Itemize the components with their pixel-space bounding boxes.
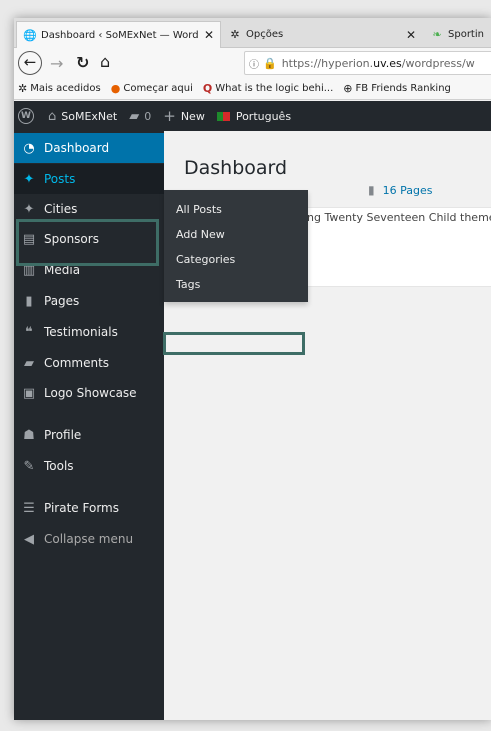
arrow-right-icon: → (50, 54, 64, 73)
bookmark-logic[interactable]: Q What is the logic behi... (203, 82, 333, 95)
home-button[interactable]: ⌂ (100, 52, 110, 71)
language-label: Português (235, 109, 292, 123)
sidebar-item-label: Profile (44, 428, 82, 442)
info-icon[interactable]: ⓘ (249, 56, 259, 71)
wordpress-logo-icon[interactable]: W (18, 108, 34, 124)
comment-icon: ▰ (24, 355, 34, 371)
tab-label: Opções (246, 29, 284, 40)
dashboard-icon: ◔ (23, 140, 35, 156)
highlight-box-empty (163, 332, 305, 355)
tab-sporting[interactable]: ❧ Sportin (424, 21, 491, 48)
pin-icon: ✦ (23, 171, 35, 187)
sidebar-item-label: Dashboard (44, 141, 110, 155)
sidebar-item-posts[interactable]: ✦ Posts (14, 164, 164, 194)
url-bar[interactable]: ⓘ 🔒 https://hyperion. uv.es/wordpress/w (244, 51, 491, 75)
gear-icon: ✲ (18, 82, 28, 95)
plus-icon: + (163, 107, 176, 125)
comments-count: 0 (144, 109, 152, 123)
home-icon: ⌂ (48, 108, 57, 124)
globe-icon: 🌐 (23, 28, 37, 42)
sidebar-item-label: Comments (44, 356, 110, 370)
sidebar-item-tools[interactable]: ✎ Tools (14, 451, 164, 481)
reload-icon: ↻ (76, 53, 90, 72)
bookmark-mais-acedidos[interactable]: ✲ Mais acedidos (18, 82, 101, 95)
navigation-bar: ← → ↻ ⌂ ⓘ 🔒 https://hyperion. uv.es/wordp… (14, 48, 491, 78)
browser-window: 🌐 Dashboard ‹ SoMExNet — Word ✕ ✲ Opções… (14, 18, 491, 720)
sidebar-item-dashboard[interactable]: ◔ Dashboard (14, 133, 164, 163)
theme-info-text: ing Twenty Seventeen Child theme. (304, 211, 491, 224)
collapse-menu-button[interactable]: ◀ Collapse menu (14, 524, 164, 554)
leaf-icon: ❧ (432, 28, 442, 41)
sidebar-item-logo-showcase[interactable]: ▣ Logo Showcase (14, 378, 164, 408)
submenu-item-all-posts[interactable]: All Posts (176, 203, 222, 216)
url-prefix: https://hyperion. (281, 56, 374, 70)
tab-label: Sportin (448, 29, 484, 40)
wp-admin-bar: W ⌂ SoMExNet ▰ 0 + New Português (14, 101, 491, 131)
quote-icon: ❝ (25, 324, 33, 340)
sidebar-item-label: Collapse menu (44, 532, 134, 546)
sidebar-item-pages[interactable]: ▮ Pages (14, 286, 164, 316)
sidebar-item-comments[interactable]: ▰ Comments (14, 348, 164, 378)
pages-count-label: 16 Pages (382, 183, 433, 197)
new-label: New (180, 109, 205, 123)
site-name-link[interactable]: ⌂ SoMExNet (48, 109, 117, 124)
lock-icon[interactable]: 🔒 (263, 57, 277, 70)
bookmark-comecar-aqui[interactable]: ● Começar aqui (111, 82, 193, 95)
tab-bar: 🌐 Dashboard ‹ SoMExNet — Word ✕ ✲ Opções… (14, 18, 491, 48)
reload-button[interactable]: ↻ (76, 53, 89, 72)
url-path: /wordpress/w (401, 56, 475, 70)
submenu-item-tags[interactable]: Tags (176, 278, 200, 291)
highlight-box-cities (16, 219, 159, 266)
comment-icon: ▰ (129, 108, 140, 124)
sidebar-item-label: Pirate Forms (44, 501, 119, 515)
sidebar-item-label: Logo Showcase (44, 386, 137, 400)
forward-button[interactable]: → (50, 54, 63, 73)
sidebar-item-label: Tools (44, 459, 74, 473)
bookmark-label: Começar aqui (123, 83, 193, 94)
back-button[interactable]: ← (18, 51, 42, 75)
language-switcher[interactable]: Português (216, 109, 292, 123)
tab-dashboard[interactable]: 🌐 Dashboard ‹ SoMExNet — Word ✕ (16, 21, 221, 48)
user-icon: ☗ (23, 427, 35, 443)
new-content-link[interactable]: + New (163, 107, 205, 125)
submenu-item-add-new[interactable]: Add New (176, 228, 225, 241)
bookmark-label: Mais acedidos (30, 83, 101, 94)
collapse-icon: ◀ (24, 531, 34, 547)
comments-link[interactable]: ▰ 0 (129, 109, 151, 124)
sidebar-item-profile[interactable]: ☗ Profile (14, 420, 164, 450)
pages-count-link[interactable]: ▮ 16 Pages (368, 183, 432, 197)
sidebar-item-label: Pages (44, 294, 80, 308)
close-icon[interactable]: ✕ (204, 28, 214, 42)
page-icon: ▮ (25, 293, 33, 309)
image-icon: ▣ (22, 385, 36, 401)
q-icon: Q (202, 82, 213, 95)
url-host: uv.es (373, 56, 402, 70)
site-name: SoMExNet (61, 109, 118, 123)
tab-opcoes[interactable]: ✲ Opções ✕ (222, 21, 422, 48)
sidebar-item-pirate-forms[interactable]: ☰ Pirate Forms (14, 493, 164, 523)
home-icon: ⌂ (100, 52, 111, 71)
bookmark-fb-friends[interactable]: ⊕ FB Friends Ranking (343, 82, 451, 95)
sidebar-item-label: Posts (44, 172, 76, 186)
bookmark-label: What is the logic behi... (215, 83, 334, 94)
portugal-flag-icon (216, 111, 230, 121)
bookmark-label: FB Friends Ranking (355, 83, 451, 94)
globe-icon: ⊕ (343, 82, 353, 95)
submenu-item-categories[interactable]: Categories (176, 253, 235, 266)
sidebar-item-label: Cities (44, 202, 78, 216)
sidebar-item-testimonials[interactable]: ❝ Testimonials (14, 317, 164, 347)
close-icon[interactable]: ✕ (406, 28, 416, 42)
bookmarks-bar: ✲ Mais acedidos ● Começar aqui Q What is… (14, 78, 491, 100)
sidebar-item-label: Testimonials (44, 325, 118, 339)
posts-submenu: All Posts Add New Categories Tags (164, 190, 308, 302)
wrench-icon: ✎ (23, 458, 35, 474)
firefox-icon: ● (110, 82, 121, 95)
page-title: Dashboard (184, 157, 288, 179)
arrow-left-icon: ← (23, 53, 37, 71)
pin-icon: ✦ (23, 201, 35, 217)
gear-icon: ✲ (230, 28, 240, 41)
tab-label: Dashboard ‹ SoMExNet — Word (41, 29, 199, 41)
page-icon: ▮ (368, 183, 375, 197)
form-icon: ☰ (23, 500, 35, 516)
